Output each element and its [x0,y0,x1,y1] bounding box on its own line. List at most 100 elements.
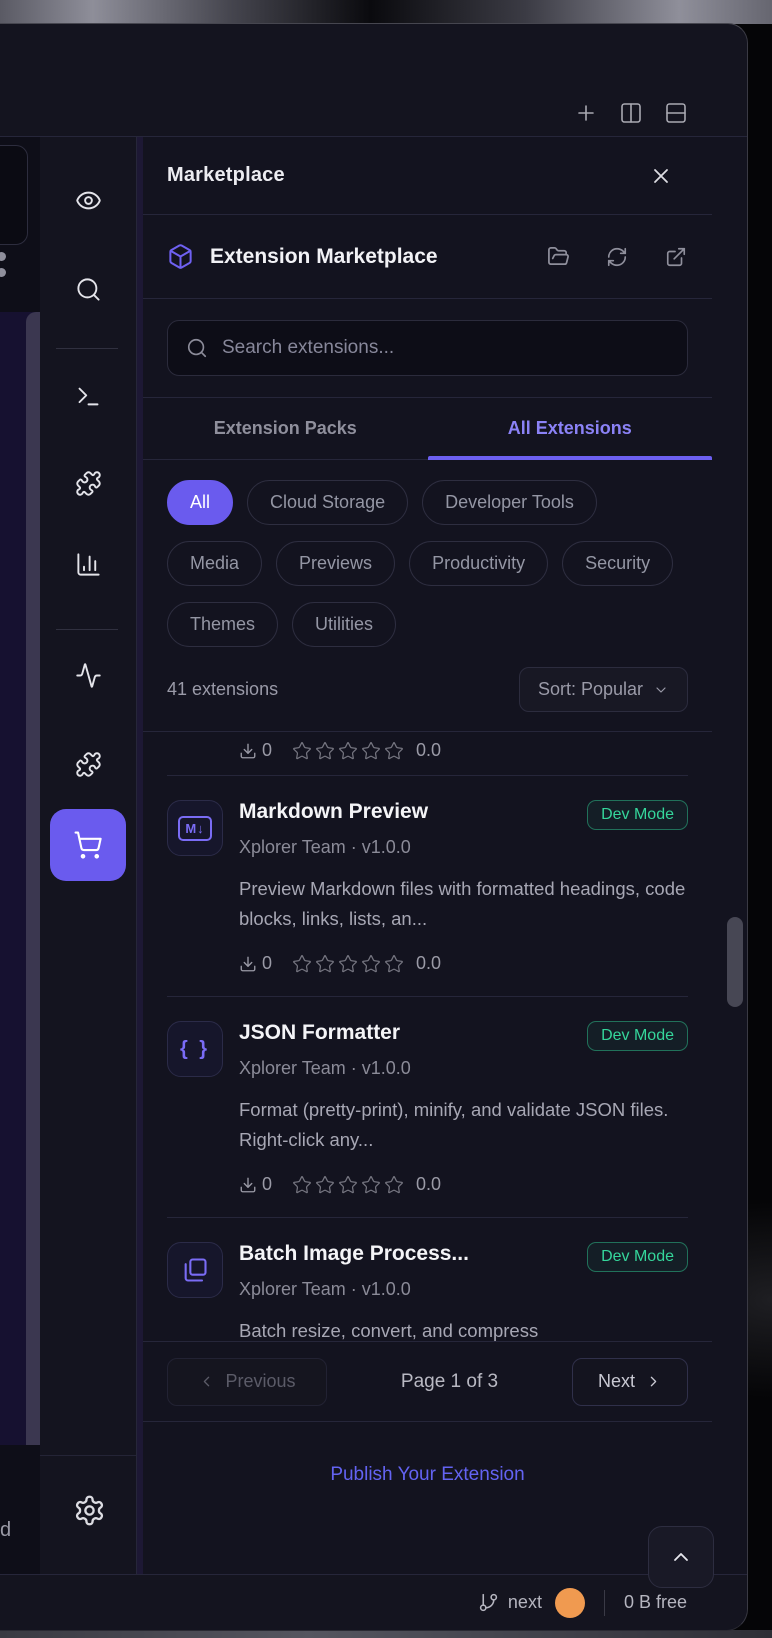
chart-icon [75,551,102,578]
sidebar-item-terminal[interactable] [74,382,102,410]
category-chip-media[interactable]: Media [167,541,262,586]
category-chip-previews[interactable]: Previews [276,541,395,586]
close-icon[interactable] [648,163,674,189]
active-tab-underline [428,456,713,460]
next-page-button[interactable]: Next [572,1358,688,1406]
statusbar-separator [604,1590,605,1616]
split-horizontal-button-icon[interactable] [664,101,688,125]
search-section [143,299,712,398]
sidebar-item-search[interactable] [74,275,102,303]
background-panel-fragment: d [0,137,40,1574]
next-label: Next [598,1371,635,1392]
publish-extension-link[interactable]: Publish Your Extension [330,1464,524,1486]
gear-icon [73,1494,106,1527]
sidebar-item-extensions[interactable] [74,469,102,497]
titlebar [0,24,747,136]
extension-marketplace-title: Extension Marketplace [210,245,438,269]
dev-mode-badge: Dev Mode [587,1021,688,1051]
rating-value: 0.0 [416,953,441,974]
sidebar-item-settings[interactable] [72,1493,106,1527]
category-chip-productivity[interactable]: Productivity [409,541,548,586]
status-indicator-dot [555,1588,585,1618]
previous-page-button[interactable]: Previous [167,1358,327,1406]
category-chip-themes[interactable]: Themes [167,602,278,647]
rating-row: 00.0 [239,953,688,974]
previous-label: Previous [225,1371,295,1392]
git-branch-icon [478,1592,499,1613]
card-main: Markdown PreviewDev ModeXplorer Team · v… [239,800,688,858]
folder-open-icon[interactable] [546,245,570,269]
sidebar-item-preview[interactable] [74,186,102,214]
extension-card-partial[interactable]: 00.0 [167,732,688,775]
rail-divider [56,348,118,349]
chevron-up-icon [669,1545,693,1569]
extension-title: Markdown Preview [239,800,577,824]
card-head: { }JSON FormatterDev ModeXplorer Team · … [167,1021,688,1079]
downloads: 0 [239,1174,272,1195]
chevron-down-icon [653,682,669,698]
category-chip-all[interactable]: All [167,480,233,525]
sidebar-item-stats[interactable] [74,550,102,578]
extension-card[interactable]: M↓ Markdown PreviewDev ModeXplorer Team ·… [167,775,688,996]
sidebar-item-plugins[interactable] [74,750,102,778]
refresh-icon[interactable] [605,245,629,269]
results-row: 41 extensions Sort: Popular [167,667,688,731]
images-icon [181,1256,209,1284]
category-chip-security[interactable]: Security [562,541,673,586]
scrollbar-thumb[interactable] [727,917,743,1007]
search-input[interactable] [222,337,669,359]
category-chip-cloud-storage[interactable]: Cloud Storage [247,480,408,525]
extension-title: JSON Formatter [239,1021,577,1045]
scroll-to-top-button[interactable] [648,1526,714,1588]
star-rating [292,741,404,761]
page-status: Page 1 of 3 [327,1371,572,1393]
panel-header: Marketplace [143,137,712,215]
search-box[interactable] [167,320,688,376]
extension-description: Format (pretty-print), minify, and valid… [239,1095,688,1154]
tab-extension-packs[interactable]: Extension Packs [143,398,428,459]
pagination: Previous Page 1 of 3 Next [143,1341,712,1421]
card-title-row: JSON Formatter Dev Mode [239,1021,688,1051]
fragment-strip [26,312,40,1445]
sidebar-item-activity[interactable] [74,661,102,689]
extension-icon-tile: M↓ [167,800,223,856]
rating-row: 00.0 [239,740,688,761]
marketplace-panel: Marketplace Extension Marketplace [137,137,747,1574]
marketplace-panel-inner: Marketplace Extension Marketplace [143,137,712,1574]
category-chip-developer-tools[interactable]: Developer Tools [422,480,597,525]
panel-title: Marketplace [167,164,285,187]
extension-card[interactable]: Batch Image Process...Dev ModeXplorer Te… [167,1217,688,1341]
split-vertical-button-icon[interactable] [619,101,643,125]
download-count: 0 [262,1174,272,1195]
search-icon [186,337,208,359]
download-icon [239,955,257,973]
tab-all-extensions[interactable]: All Extensions [428,398,713,459]
extension-description: Preview Markdown files with formatted he… [239,874,688,933]
category-chip-utilities[interactable]: Utilities [292,602,396,647]
dev-mode-badge: Dev Mode [587,1242,688,1272]
fragment-text: d [0,1519,11,1542]
download-icon [239,1176,257,1194]
header-actions [546,245,688,269]
star-rating [292,1175,404,1195]
results-count: 41 extensions [167,679,278,700]
extension-card[interactable]: { }JSON FormatterDev ModeXplorer Team · … [167,996,688,1217]
search-icon [75,276,102,303]
sidebar-item-marketplace[interactable] [50,809,126,881]
card-head: Batch Image Process...Dev ModeXplorer Te… [167,1242,688,1300]
sort-label: Sort: Popular [538,679,643,700]
download-count: 0 [262,740,272,761]
new-tab-button-icon[interactable] [574,101,598,125]
rail-divider [40,1455,136,1456]
extension-meta: Xplorer Team · v1.0.0 [239,1279,688,1300]
json-braces-icon: { } [180,1038,210,1061]
external-link-icon[interactable] [664,245,688,269]
free-space-label: 0 B free [624,1592,687,1613]
app-window: d Marketplace Extension Marketplace [0,23,748,1631]
git-branch-indicator[interactable]: next [478,1592,542,1613]
puzzle-icon [75,470,102,497]
sort-dropdown[interactable]: Sort: Popular [519,667,688,712]
titlebar-actions [574,101,688,125]
card-main: JSON FormatterDev ModeXplorer Team · v1.… [239,1021,688,1079]
package-icon [167,243,194,270]
